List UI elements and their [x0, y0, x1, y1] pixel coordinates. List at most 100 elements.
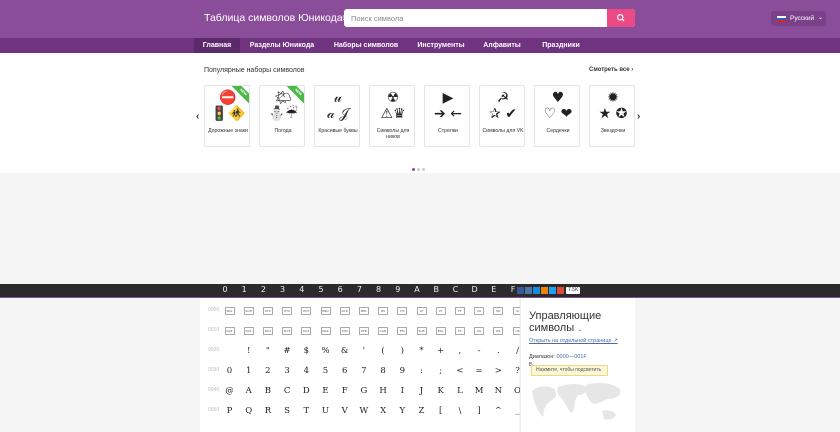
symbol-cell[interactable]: U [317, 403, 334, 419]
symbol-cell[interactable]: EM [394, 323, 411, 339]
nav-holidays[interactable]: Праздники [534, 38, 588, 53]
odnoklassniki-share-icon[interactable] [541, 287, 548, 294]
symbol-cell[interactable]: H [375, 383, 392, 399]
search-button[interactable] [607, 9, 635, 27]
symbol-cell[interactable]: LF [413, 303, 430, 319]
symbol-cell[interactable]: G [355, 383, 372, 399]
carousel-dot[interactable] [422, 168, 425, 171]
symbol-cell[interactable]: V [336, 403, 353, 419]
symbol-cell[interactable]: " [259, 343, 276, 359]
open-separate-page-link[interactable]: Открыть на отдельной странице ↗ [529, 338, 618, 344]
symbol-set-card[interactable]: 𝓊 𝒶 𝒥 Красивые буквы [314, 85, 360, 147]
google-share-icon[interactable] [557, 287, 564, 294]
symbol-cell[interactable]: FS [451, 323, 468, 339]
site-logo[interactable]: Таблица символов Юникода® [204, 12, 350, 24]
symbol-cell[interactable]: HT [394, 303, 411, 319]
symbol-cell[interactable]: 5 [317, 363, 334, 379]
symbol-cell[interactable]: BEL [355, 303, 372, 319]
symbol-cell[interactable]: 9 [394, 363, 411, 379]
symbol-cell[interactable]: P [221, 403, 238, 419]
symbol-cell[interactable]: 8 [375, 363, 392, 379]
symbol-cell[interactable]: : [413, 363, 430, 379]
symbol-cell[interactable]: 2 [259, 363, 276, 379]
symbol-cell[interactable]: L [451, 383, 468, 399]
symbol-cell[interactable]: N [490, 383, 507, 399]
symbol-set-card[interactable]: ♥ ♡ ❤ Сердечки [534, 85, 580, 147]
carousel-dot[interactable] [412, 168, 415, 171]
symbol-cell[interactable]: F [336, 383, 353, 399]
symbol-cell[interactable]: 3 [279, 363, 296, 379]
symbol-cell[interactable]: S [279, 403, 296, 419]
symbol-cell[interactable]: ESC [432, 323, 449, 339]
symbol-cell[interactable]: B [259, 383, 276, 399]
symbol-cell[interactable]: @ [221, 383, 238, 399]
carousel-prev-icon[interactable]: ‹ [196, 111, 199, 122]
symbol-cell[interactable]: ' [355, 343, 372, 359]
nav-tools[interactable]: Инструменты [412, 38, 470, 53]
symbol-cell[interactable]: ETX [279, 303, 296, 319]
carousel-next-icon[interactable]: › [637, 111, 640, 122]
symbol-set-card[interactable]: ☢ ⚠♛ Символы для ников [369, 85, 415, 147]
vk-share-icon[interactable] [525, 287, 532, 294]
symbol-cell[interactable]: DC2 [259, 323, 276, 339]
symbol-cell[interactable]: M [471, 383, 488, 399]
symbol-cell[interactable]: SOH [240, 303, 257, 319]
mail-share-icon[interactable] [533, 287, 540, 294]
symbol-cell[interactable]: J [413, 383, 430, 399]
symbol-set-card[interactable]: 🌤 ⛄☔ Погода NEW [259, 85, 305, 147]
symbol-cell[interactable]: Z [413, 403, 430, 419]
symbol-cell[interactable]: DLE [221, 323, 238, 339]
symbol-cell[interactable]: NAK [317, 323, 334, 339]
symbol-cell[interactable]: . [490, 343, 507, 359]
symbol-cell[interactable]: W [355, 403, 372, 419]
symbol-cell[interactable]: DC4 [298, 323, 315, 339]
symbol-cell[interactable]: # [279, 343, 296, 359]
symbol-cell[interactable]: C [279, 383, 296, 399]
symbol-cell[interactable]: K [432, 383, 449, 399]
symbol-cell[interactable]: DC1 [240, 323, 257, 339]
symbol-cell[interactable]: FF [451, 303, 468, 319]
nav-home[interactable]: Главная [194, 38, 240, 53]
symbol-cell[interactable] [221, 343, 238, 359]
symbol-cell[interactable]: 6 [336, 363, 353, 379]
symbol-cell[interactable]: NUL [221, 303, 238, 319]
symbol-cell[interactable]: Y [394, 403, 411, 419]
symbol-cell[interactable]: R [259, 403, 276, 419]
symbol-cell[interactable]: - [471, 343, 488, 359]
symbol-cell[interactable]: [ [432, 403, 449, 419]
symbol-cell[interactable]: A [240, 383, 257, 399]
symbol-cell[interactable]: ( [375, 343, 392, 359]
symbol-cell[interactable]: 4 [298, 363, 315, 379]
symbol-cell[interactable]: ] [471, 403, 488, 419]
symbol-cell[interactable]: ^ [490, 403, 507, 419]
symbol-cell[interactable]: GS [471, 323, 488, 339]
language-selector[interactable]: Русский ⌄ [771, 11, 826, 26]
symbol-cell[interactable]: ETB [355, 323, 372, 339]
symbol-cell[interactable]: D [298, 383, 315, 399]
facebook-share-icon[interactable] [517, 287, 524, 294]
symbol-cell[interactable]: = [471, 363, 488, 379]
range-value[interactable]: 0000—001F [556, 354, 586, 360]
symbol-cell[interactable]: E [317, 383, 334, 399]
symbol-cell[interactable]: > [490, 363, 507, 379]
symbol-cell[interactable]: ! [240, 343, 257, 359]
symbol-cell[interactable]: + [432, 343, 449, 359]
symbol-cell[interactable]: SYN [336, 323, 353, 339]
symbol-cell[interactable]: SO [490, 303, 507, 319]
nav-sections[interactable]: Разделы Юникода [244, 38, 320, 53]
symbol-cell[interactable]: * [413, 343, 430, 359]
symbol-cell[interactable]: ENQ [317, 303, 334, 319]
block-title[interactable]: Управляющие символы ⌄ [529, 310, 601, 336]
symbol-set-card[interactable]: ▶ ➔ ← Стрелки [424, 85, 470, 147]
symbol-set-card[interactable]: ✹ ★ ✪ Звездочки [589, 85, 635, 147]
search-input[interactable] [344, 9, 607, 27]
symbol-cell[interactable]: & [336, 343, 353, 359]
symbol-cell[interactable]: VT [432, 303, 449, 319]
symbol-cell[interactable]: DC3 [279, 323, 296, 339]
symbol-cell[interactable]: 7 [355, 363, 372, 379]
symbol-cell[interactable]: 0 [221, 363, 238, 379]
symbol-cell[interactable]: ; [432, 363, 449, 379]
symbol-set-card[interactable]: ⛔ 🚦🚸 Дорожные знаки NEW [204, 85, 250, 147]
symbol-cell[interactable]: CR [471, 303, 488, 319]
symbol-cell[interactable]: STX [259, 303, 276, 319]
